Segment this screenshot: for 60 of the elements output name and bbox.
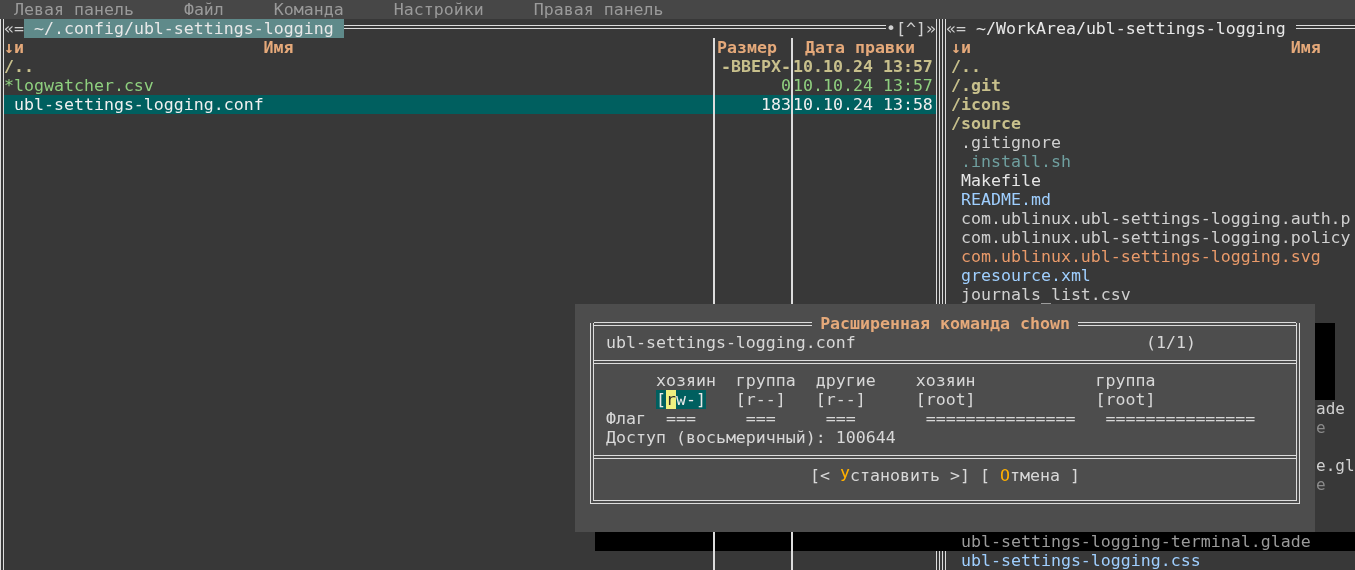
octal-access: Доступ (восьмеричный): 100644: [605, 428, 897, 447]
column-label: хозяин: [915, 371, 977, 390]
date-cell-text: 10.10.24 13:57: [793, 76, 934, 95]
menu-item[interactable]: Команда: [273, 0, 344, 19]
file-name[interactable]: ubl-settings-logging.css: [951, 551, 1355, 570]
panel-path: ~/.config/ubl-settings-logging: [24, 19, 344, 38]
sort-header[interactable]: ↓и: [4, 38, 24, 57]
dialog-title: Расширенная команда chown: [819, 314, 1071, 333]
column-header[interactable]: Размер: [715, 38, 777, 57]
file-name[interactable]: /..: [951, 57, 1355, 76]
file-name[interactable]: ubl-settings-logging.conf: [4, 95, 713, 114]
sort-header[interactable]: ↓и: [951, 38, 971, 57]
menu-item[interactable]: Левая панель: [14, 0, 134, 19]
cancel-button[interactable]: [ Отмена ]: [979, 466, 1080, 485]
size-cell-text: 0: [780, 76, 791, 95]
owner-selector[interactable]: [root]: [915, 390, 976, 409]
flag-marker: ===============: [1104, 409, 1257, 428]
date-cell-text: 10.10.24 13:57: [793, 57, 934, 76]
file-name[interactable]: /source: [951, 114, 1355, 133]
column-label: группа: [735, 371, 797, 390]
flag-marker: ===: [744, 409, 777, 428]
flag-marker: ===: [824, 409, 857, 428]
permission-toggle[interactable]: [r--]: [735, 390, 786, 409]
file-name[interactable]: .gitignore: [951, 133, 1355, 152]
column-label: другие: [815, 371, 877, 390]
menu-item[interactable]: Файл: [183, 0, 224, 19]
file-name[interactable]: .install.sh: [951, 152, 1355, 171]
file-name[interactable]: com.ublinux.ubl-settings-logging.auth.p: [951, 209, 1355, 228]
size-cell-text: -ВВЕРХ-: [720, 57, 791, 76]
flag-marker: ===============: [924, 409, 1077, 428]
permission-toggle[interactable]: [r--]: [815, 390, 866, 409]
flag-marker: ===: [664, 409, 697, 428]
size-cell: 183: [715, 95, 791, 114]
column-header[interactable]: Дата правки: [793, 38, 915, 57]
menu-item[interactable]: Правая панель: [533, 0, 664, 19]
file-name[interactable]: /..: [4, 57, 713, 76]
file-name[interactable]: /.git: [951, 76, 1355, 95]
owner-selector[interactable]: [root]: [1095, 390, 1156, 409]
file-counter: (1/1): [1146, 333, 1196, 352]
panel-corner-marks[interactable]: «=: [946, 19, 966, 38]
date-cell: 10.10.24 13:58: [793, 95, 936, 114]
panel-path: ~/WorkArea/ubl-settings-logging: [975, 19, 1287, 38]
column-header[interactable]: Имя: [971, 38, 1321, 57]
file-name[interactable]: /icons: [951, 95, 1355, 114]
column-label: группа: [1095, 371, 1157, 390]
file-name[interactable]: *logwatcher.csv: [4, 76, 713, 95]
column-label: хозяин: [655, 371, 717, 390]
file-name[interactable]: Makefile: [951, 171, 1355, 190]
column-header[interactable]: Имя: [263, 38, 294, 57]
file-name[interactable]: README.md: [951, 190, 1355, 209]
file-name[interactable]: com.ublinux.ubl-settings-logging.policy: [951, 228, 1355, 247]
file-name[interactable]: com.ublinux.ubl-settings-logging.svg: [951, 247, 1355, 266]
panel-corner-marks[interactable]: «=: [4, 19, 24, 38]
set-button[interactable]: [< Установить >]: [810, 466, 970, 485]
menu-item[interactable]: Настройки: [393, 0, 484, 19]
file-name[interactable]: gresource.xml: [951, 266, 1355, 285]
file-name[interactable]: journals_list.csv: [951, 285, 1355, 304]
file-name: ubl-settings-logging.conf: [606, 333, 856, 352]
flag-label: Флаг: [606, 409, 647, 428]
panel-corner-marks[interactable]: •[^]»: [886, 19, 936, 38]
